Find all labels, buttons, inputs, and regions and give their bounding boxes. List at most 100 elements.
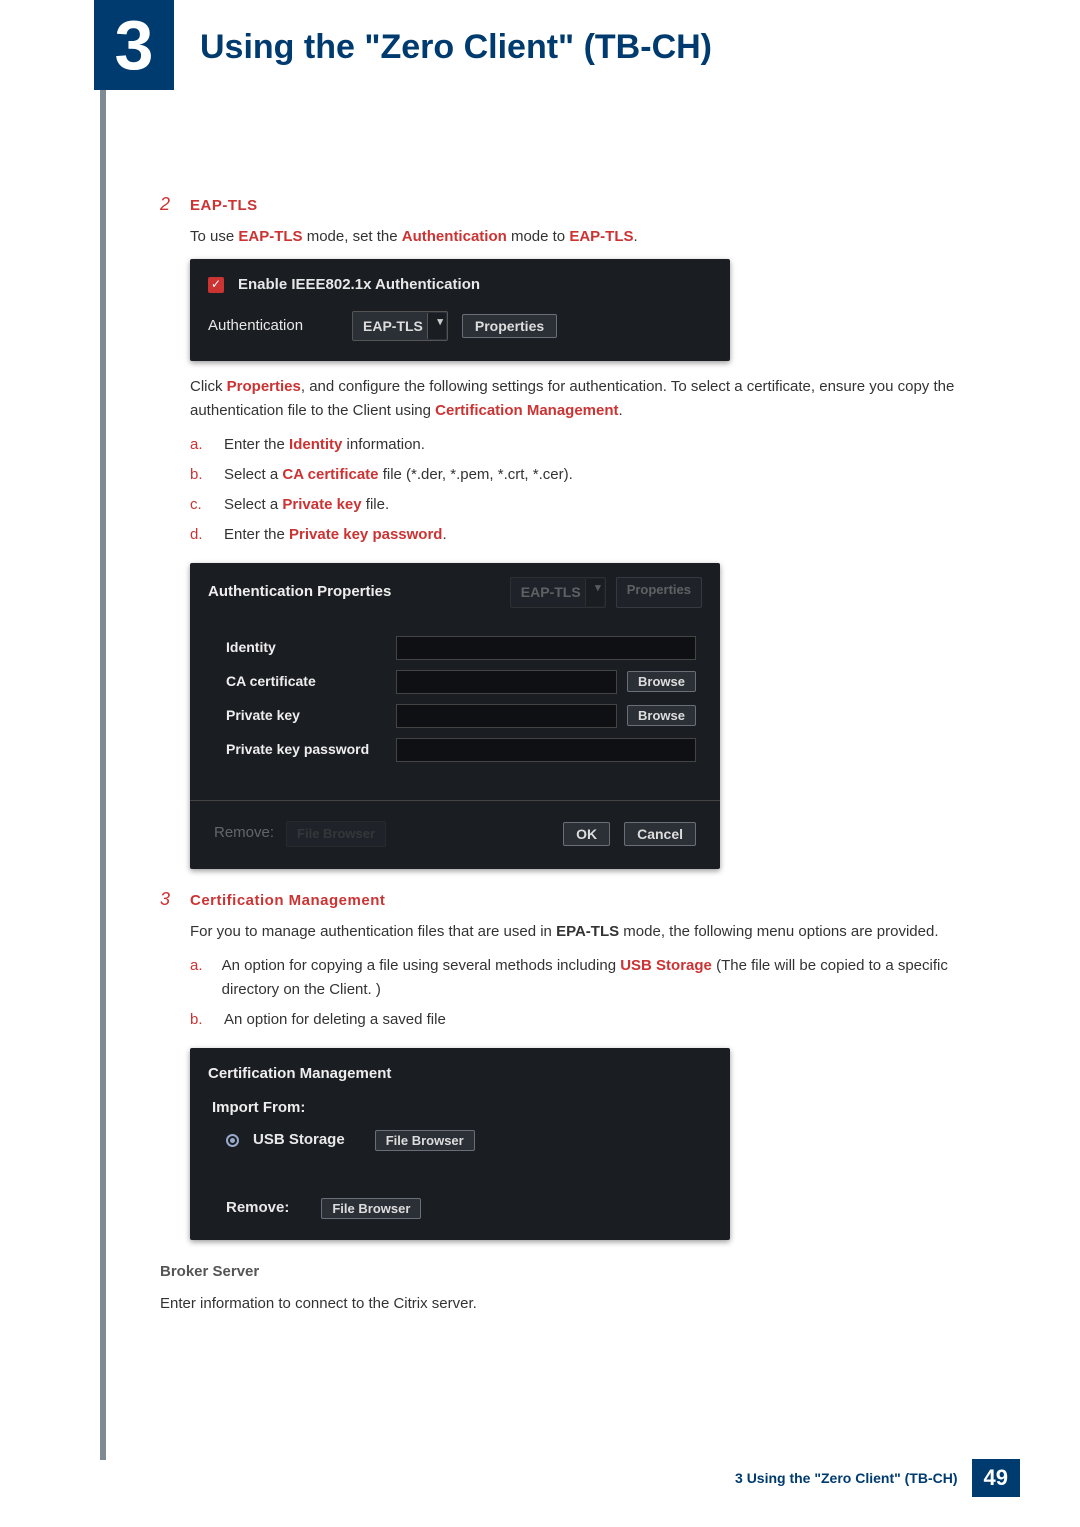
private-key-pw-input[interactable] [396,738,696,762]
browse-key-button[interactable]: Browse [627,705,696,726]
text: file. [362,496,390,513]
marker: b. [190,1008,206,1032]
usb-storage-label: USB Storage [253,1128,345,1152]
cert-mgmt-title: Certification Management [208,1062,712,1086]
ok-button[interactable]: OK [563,822,610,846]
marker: a. [190,954,204,1002]
properties-button-disabled: Properties [616,577,702,607]
text: mode to [507,228,570,245]
text: Select a [224,466,282,483]
broker-server-heading: Broker Server [160,1260,980,1284]
auth-properties-ghost: EAP-TLS Properties [510,577,702,607]
text: Select a CA certificate file (*.der, *.p… [224,463,573,487]
list-item: d. Enter the Private key password. [190,523,980,547]
list-item: b. An option for deleting a saved file [190,1008,980,1032]
authentication-label: Authentication [208,314,338,338]
file-browser-button-disabled: File Browser [286,821,386,848]
remove-label-disabled: Remove: [214,821,274,848]
epa-tls-term: EPA-TLS [556,923,619,940]
radio-selected-icon[interactable] [226,1134,239,1147]
list-item: a. An option for copying a file using sev… [190,954,980,1002]
text: file (*.der, *.pem, *.crt, *.cer). [379,466,573,483]
step3-sublist: a. An option for copying a file using sev… [190,954,980,1032]
chapter-title: Using the "Zero Client" (TB-CH) [200,28,712,67]
chapter-badge: 3 [94,0,174,90]
ca-cert-input[interactable] [396,670,617,694]
browse-ca-button[interactable]: Browse [627,671,696,692]
footer-text: 3 Using the "Zero Client" (TB-CH) [735,1470,958,1486]
page-footer: 3 Using the "Zero Client" (TB-CH) 49 [0,1459,1020,1497]
list-item: c. Select a Private key file. [190,493,980,517]
text: Select a [224,496,282,513]
step2-after-sc1: Click Properties, and configure the foll… [190,375,980,423]
private-key-pw-label: Private key password [226,738,396,760]
private-key-term: Private key [282,496,361,513]
text: . [619,402,623,419]
marker: d. [190,523,206,547]
identity-row: Identity [226,636,696,660]
auth-properties-header: Authentication Properties EAP-TLS Proper… [190,563,720,611]
text: mode, the following menu options are pro… [619,923,938,940]
auth-properties-footer: Remove: File Browser OK Cancel [190,800,720,854]
screenshot-cert-mgmt: Certification Management Import From: US… [190,1048,730,1240]
private-key-input[interactable] [396,704,617,728]
private-key-pw-term: Private key password [289,526,442,543]
content: 2 EAP-TLS To use EAP-TLS mode, set the A… [160,190,980,1316]
text: Select a Private key file. [224,493,389,517]
identity-input[interactable] [396,636,696,660]
text: An option for copying a file using sever… [222,954,980,1002]
properties-term: Properties [227,378,301,395]
private-key-pw-row: Private key password [226,738,696,762]
step3-header: 3 Certification Management [160,885,980,914]
step3-title: Certification Management [190,889,385,913]
remove-label: Remove: [226,1196,289,1220]
step3-intro: For you to manage authentication files t… [190,920,980,944]
usb-storage-row: USB Storage File Browser [226,1128,712,1152]
eap-tls-term: EAP-TLS [569,228,633,245]
text: An option for copying a file using sever… [222,957,621,974]
text: . [634,228,638,245]
footer-ghost: Remove: File Browser [214,821,386,848]
marker: c. [190,493,206,517]
step3-number: 3 [160,885,178,914]
private-key-row: Private key Browse [226,704,696,728]
identity-label: Identity [226,636,396,658]
checkbox-checked-icon[interactable]: ✓ [208,277,224,293]
text: For you to manage authentication files t… [190,923,556,940]
cert-mgmt-term: Certification Management [435,402,618,419]
ca-cert-row: CA certificate Browse [226,670,696,694]
auth-mode-row: Authentication EAP-TLS Properties [208,311,712,341]
text: Enter the Identity information. [224,433,425,457]
text: To use [190,228,238,245]
screenshot-auth-properties: Authentication Properties EAP-TLS Proper… [190,563,720,869]
properties-button[interactable]: Properties [462,314,557,338]
page-number: 49 [972,1459,1020,1497]
file-browser-remove-button[interactable]: File Browser [321,1198,421,1219]
authentication-dropdown-disabled: EAP-TLS [510,577,606,607]
step2-number: 2 [160,190,178,219]
identity-term: Identity [289,436,342,453]
step2-sublist: a.Enter the Identity information. b.Sele… [190,433,980,547]
auth-properties-title: Authentication Properties [208,580,391,604]
authentication-term: Authentication [402,228,507,245]
cancel-button[interactable]: Cancel [624,822,696,846]
usb-storage-term: USB Storage [620,957,712,974]
page: 3 Using the "Zero Client" (TB-CH) 2 EAP-… [0,0,1080,1527]
enable-auth-row: ✓ Enable IEEE802.1x Authentication [208,273,712,297]
text: Enter the Private key password. [224,523,447,547]
list-item: b. Select a CA certificate file (*.der, *… [190,463,980,487]
step2-intro: To use EAP-TLS mode, set the Authenticat… [190,225,980,249]
text: . [442,526,446,543]
import-from-label: Import From: [212,1096,712,1120]
marker: b. [190,463,206,487]
text: Enter the [224,526,289,543]
ca-cert-label: CA certificate [226,670,396,692]
side-rail [100,0,106,1460]
file-browser-import-button[interactable]: File Browser [375,1130,475,1151]
authentication-dropdown[interactable]: EAP-TLS [352,311,448,341]
broker-server-text: Enter information to connect to the Citr… [160,1292,980,1316]
auth-properties-body: Identity CA certificate Browse Private k… [190,612,720,782]
ca-cert-term: CA certificate [282,466,378,483]
step2-title: EAP-TLS [190,194,258,218]
text: An option for deleting a saved file [224,1008,446,1032]
